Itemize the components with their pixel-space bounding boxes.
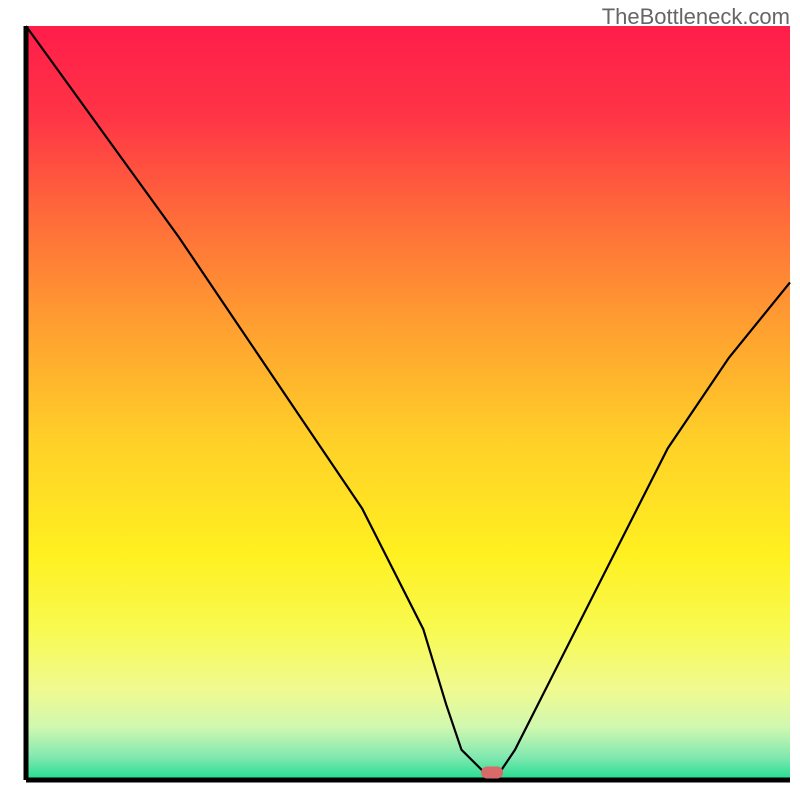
watermark-text: TheBottleneck.com bbox=[602, 4, 790, 30]
plot-background bbox=[26, 26, 790, 780]
optimum-marker bbox=[481, 766, 503, 778]
bottleneck-chart bbox=[0, 0, 800, 800]
chart-container: TheBottleneck.com bbox=[0, 0, 800, 800]
